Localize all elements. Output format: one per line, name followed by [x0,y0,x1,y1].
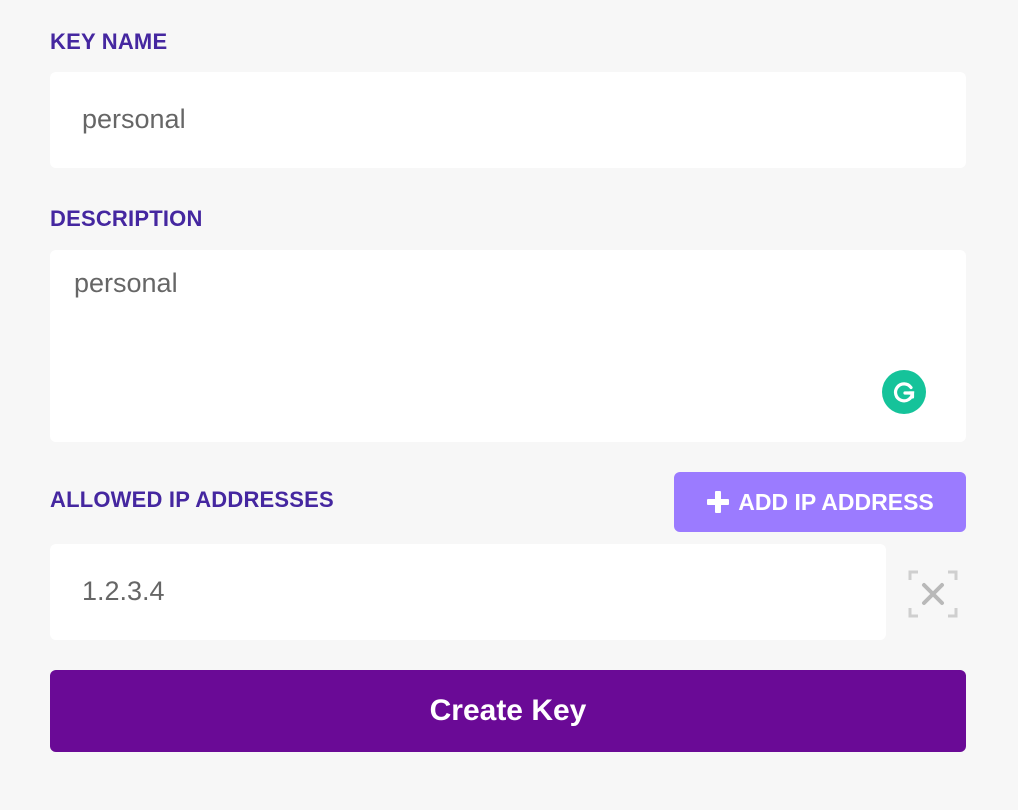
add-ip-address-label: ADD IP ADDRESS [738,488,934,515]
close-icon [908,570,958,618]
key-name-value: personal [82,104,186,134]
key-name-label: KEY NAME [50,29,168,54]
description-textarea[interactable]: personal [50,250,966,442]
key-name-input[interactable]: personal [50,72,966,168]
create-key-button[interactable]: Create Key [50,670,966,752]
grammarly-icon[interactable] [882,370,926,414]
allowed-ip-label: ALLOWED IP ADDRESSES [50,487,334,512]
description-value: personal [74,268,178,298]
ip-address-value: 1.2.3.4 [82,576,165,606]
add-ip-address-button[interactable]: ADD IP ADDRESS [674,472,966,532]
description-label: DESCRIPTION [50,206,203,231]
remove-ip-button[interactable] [908,570,958,618]
ip-address-input[interactable]: 1.2.3.4 [50,544,886,640]
plus-icon [707,491,730,513]
